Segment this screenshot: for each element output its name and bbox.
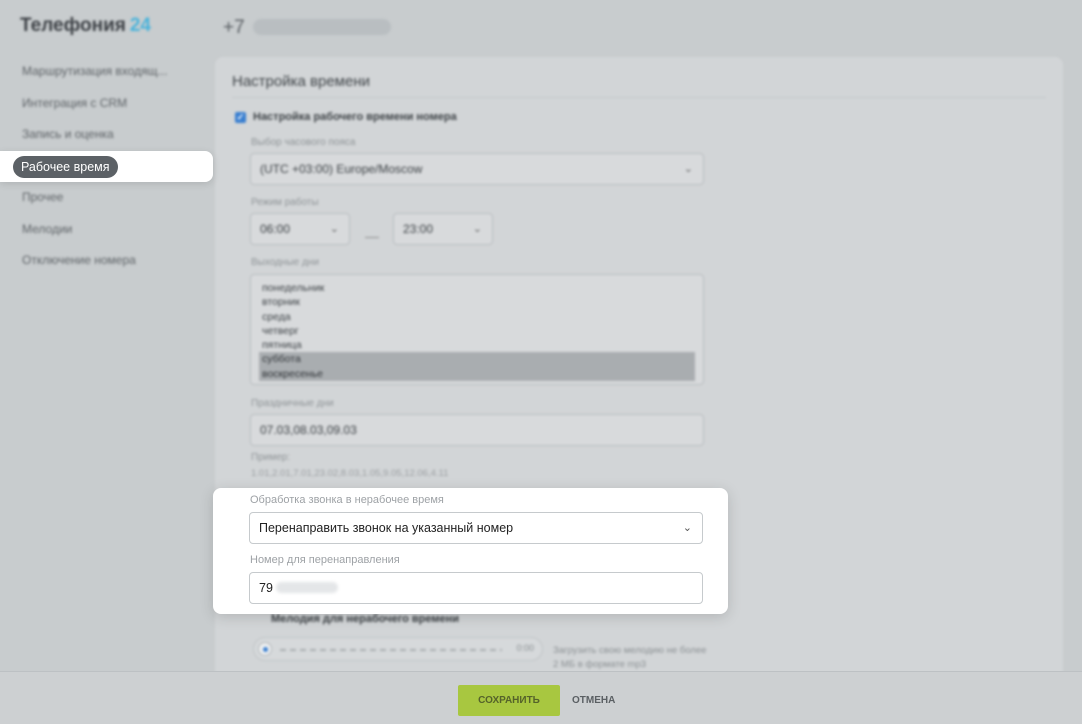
mode-label: Режим работы (251, 197, 319, 208)
brand-name: Телефония (20, 15, 126, 36)
weekday-option-selected[interactable]: воскресенье (259, 366, 695, 382)
chevron-down-icon: ⌄ (683, 163, 693, 175)
timezone-label: Выбор часового пояса (251, 137, 356, 148)
offhours-select[interactable]: Перенаправить звонок на указанный номер … (249, 512, 703, 544)
sidebar-item-crm[interactable]: Интеграция с CRM (0, 88, 212, 120)
phone-prefix: +7 (223, 17, 245, 38)
chevron-down-icon: ⌄ (329, 223, 339, 235)
example-label: Пример: (251, 452, 291, 463)
chevron-down-icon: ⌄ (682, 522, 692, 534)
weekday-option[interactable]: пятница (259, 338, 695, 352)
offhours-panel-highlight: Обработка звонка в нерабочее время Перен… (213, 488, 728, 614)
weekend-label: Выходные дни (251, 257, 319, 268)
redirect-number-mask (275, 582, 338, 593)
timezone-value: (UTC +03:00) Europe/Moscow (260, 162, 423, 176)
weekday-option[interactable]: среда (259, 310, 695, 324)
weekday-option[interactable]: понедельник (259, 281, 695, 295)
sidebar-item-melodies[interactable]: Мелодии (0, 214, 212, 246)
brand-number: 24 (129, 15, 151, 36)
footer-bar: СОХРАНИТЬ ОТМЕНА (0, 671, 1082, 724)
melody-player[interactable]: 0:00 (253, 637, 543, 661)
divider (232, 97, 1046, 98)
waveform-icon (280, 649, 502, 651)
radio-selected-icon[interactable] (258, 642, 272, 656)
checkbox-checked-icon[interactable]: ✓ (235, 111, 246, 123)
phone-number-title: +7 (223, 17, 391, 39)
melody-duration: 0:00 (516, 643, 534, 653)
upload-melody-link[interactable]: Загрузить свою мелодию не более 2 МБ в ф… (553, 644, 713, 672)
chevron-down-icon: ⌄ (472, 223, 482, 235)
time-from-value: 06:00 (260, 222, 291, 236)
cancel-button[interactable]: ОТМЕНА (572, 685, 615, 716)
holidays-value: 07.03,08.03,09.03 (260, 423, 357, 437)
offhours-value: Перенаправить звонок на указанный номер (259, 521, 514, 535)
weekday-option-selected[interactable]: суббота (259, 352, 695, 367)
redirect-number-input[interactable]: 79 (249, 572, 703, 604)
time-to-value: 23:00 (403, 222, 434, 236)
redirect-label: Номер для перенаправления (250, 554, 400, 566)
timezone-select[interactable]: (UTC +03:00) Europe/Moscow ⌄ (250, 153, 704, 185)
holidays-input[interactable]: 07.03,08.03,09.03 (250, 414, 704, 446)
example-hint: 1.01,2.01,7.01,23.02,8.03,1.05,9.05,12.0… (251, 468, 449, 479)
weekday-option[interactable]: четверг (259, 324, 695, 338)
checkbox-label: Настройка рабочего времени номера (253, 111, 457, 123)
weekday-option[interactable]: вторник (259, 295, 695, 309)
time-to-select[interactable]: 23:00 ⌄ (393, 213, 493, 245)
phone-number-hidden (252, 19, 391, 35)
worktime-checkbox-row[interactable]: ✓ Настройка рабочего времени номера (235, 111, 457, 123)
sidebar-item-routing[interactable]: Маршрутизация входящ... (0, 56, 212, 88)
melody-title: Мелодия для нерабочего времени (271, 613, 460, 625)
weekend-listbox[interactable]: понедельник вторник среда четверг пятниц… (250, 274, 704, 385)
holidays-label: Праздничные дни (251, 398, 334, 409)
card-title: Настройка времени (232, 73, 370, 90)
save-button[interactable]: СОХРАНИТЬ (458, 685, 560, 716)
sidebar-item-disable[interactable]: Отключение номера (0, 245, 212, 277)
app-root: Телефония 24 +7 Маршрутизация входящ... И… (0, 0, 1082, 724)
time-range-dash: — (365, 228, 379, 244)
time-from-select[interactable]: 06:00 ⌄ (250, 213, 350, 245)
sidebar-item-worktime-highlight[interactable]: Рабочее время (0, 151, 213, 182)
sidebar-item-worktime[interactable]: Рабочее время (13, 156, 118, 178)
offhours-label: Обработка звонка в нерабочее время (250, 494, 444, 506)
redirect-number-value: 79 (259, 581, 273, 595)
sidebar-item-other[interactable]: Прочее (0, 182, 212, 214)
blurred-background: Телефония 24 +7 Маршрутизация входящ... И… (0, 0, 1082, 724)
brand-logo: Телефония 24 (20, 15, 151, 37)
sidebar-item-recording[interactable]: Запись и оценка (0, 119, 212, 151)
